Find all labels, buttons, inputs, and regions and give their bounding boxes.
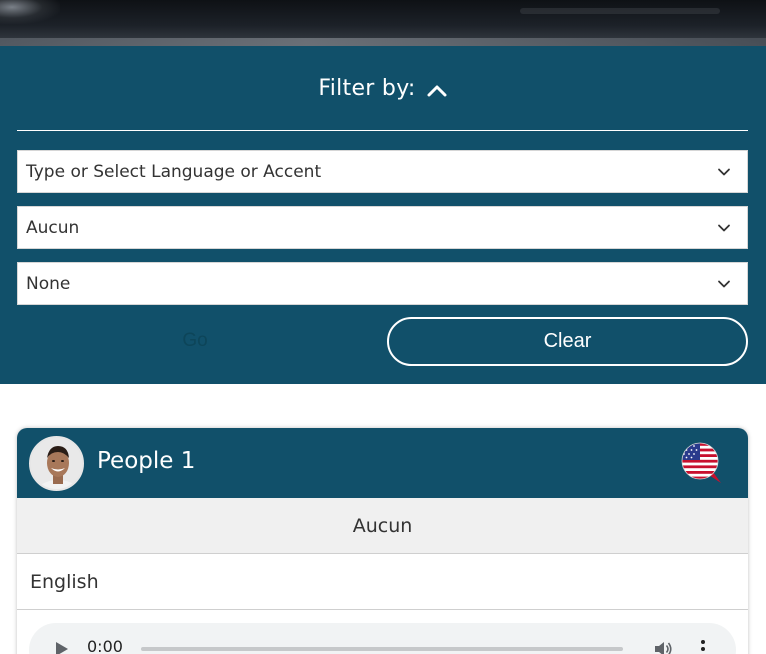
audio-progress-track[interactable] [141,647,623,651]
play-icon[interactable] [55,641,69,654]
filter-divider [17,130,748,131]
option-select[interactable]: None [17,262,748,305]
option-select-value: None [26,273,71,294]
language-select[interactable]: Type or Select Language or Accent [17,150,748,193]
language-select-value: Type or Select Language or Accent [26,161,322,182]
chevron-up-icon[interactable] [426,80,448,102]
chevron-down-icon [718,168,730,175]
person-name: People 1 [97,448,196,474]
person-card: People 1 Aucun English 0:00 [17,428,748,654]
audio-player[interactable]: 0:00 [29,623,736,654]
avatar-portrait-icon [31,438,82,489]
us-flag-speech-bubble-icon [681,442,721,483]
hero-highlight [0,0,60,24]
level-select[interactable]: Aucun [17,206,748,249]
clear-button[interactable]: Clear [387,317,748,366]
level-value: Aucun [352,514,413,537]
chevron-down-icon [718,280,730,287]
more-options-icon[interactable] [699,639,707,654]
filter-title: Filter by: [318,75,416,101]
hero-detail [520,8,720,14]
language-value: English [30,570,99,593]
filter-toggle[interactable]: Filter by: [0,72,766,104]
filter-panel: Filter by: Type or Select Language or Ac… [0,46,766,384]
hero-image [0,0,766,46]
level-select-value: Aucun [26,217,80,238]
avatar [29,436,84,491]
hero-bottom-strip [0,38,766,46]
card-header: People 1 [17,428,748,498]
go-button[interactable]: Go [17,317,373,365]
volume-icon[interactable] [653,639,673,654]
chevron-down-icon [718,224,730,231]
level-row: Aucun [17,498,748,554]
audio-time: 0:00 [87,637,123,654]
language-row: English [17,554,748,610]
